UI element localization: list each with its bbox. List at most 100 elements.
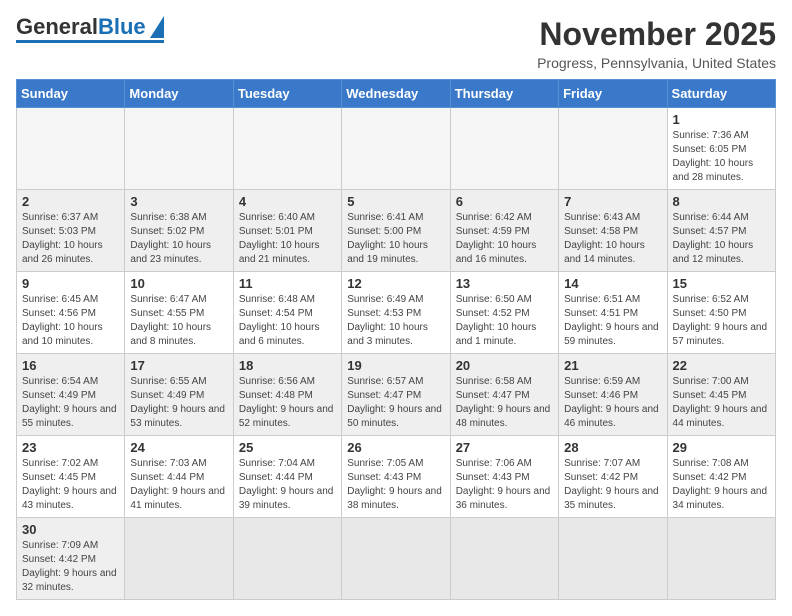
day-info: Sunrise: 7:09 AM Sunset: 4:42 PM Dayligh… bbox=[22, 539, 119, 595]
day-number: 9 bbox=[22, 276, 119, 291]
day-number: 15 bbox=[673, 276, 770, 291]
day-info: Sunrise: 7:00 AM Sunset: 4:45 PM Dayligh… bbox=[673, 375, 770, 431]
calendar-cell: 13 Sunrise: 6:50 AM Sunset: 4:52 PM Dayli… bbox=[450, 272, 558, 354]
calendar-cell bbox=[233, 518, 341, 600]
day-info: Sunrise: 6:49 AM Sunset: 4:53 PM Dayligh… bbox=[347, 293, 444, 349]
day-info: Sunrise: 6:54 AM Sunset: 4:49 PM Dayligh… bbox=[22, 375, 119, 431]
day-number: 20 bbox=[456, 358, 553, 373]
day-number: 3 bbox=[130, 194, 227, 209]
day-number: 24 bbox=[130, 440, 227, 455]
day-info: Sunrise: 6:55 AM Sunset: 4:49 PM Dayligh… bbox=[130, 375, 227, 431]
calendar-cell bbox=[342, 518, 450, 600]
day-info: Sunrise: 6:48 AM Sunset: 4:54 PM Dayligh… bbox=[239, 293, 336, 349]
logo: GeneralBlue bbox=[16, 16, 164, 43]
day-number: 18 bbox=[239, 358, 336, 373]
day-info: Sunrise: 6:59 AM Sunset: 4:46 PM Dayligh… bbox=[564, 375, 661, 431]
day-info: Sunrise: 6:52 AM Sunset: 4:50 PM Dayligh… bbox=[673, 293, 770, 349]
calendar-cell bbox=[559, 518, 667, 600]
calendar-cell bbox=[450, 518, 558, 600]
calendar-cell: 18 Sunrise: 6:56 AM Sunset: 4:48 PM Dayli… bbox=[233, 354, 341, 436]
day-number: 10 bbox=[130, 276, 227, 291]
weekday-header-thursday: Thursday bbox=[450, 80, 558, 108]
calendar-cell: 10 Sunrise: 6:47 AM Sunset: 4:55 PM Dayli… bbox=[125, 272, 233, 354]
calendar-cell: 4 Sunrise: 6:40 AM Sunset: 5:01 PM Daylig… bbox=[233, 190, 341, 272]
calendar-cell: 26Sunrise: 7:05 AM Sunset: 4:43 PM Dayli… bbox=[342, 436, 450, 518]
day-number: 16 bbox=[22, 358, 119, 373]
calendar-cell: 5Sunrise: 6:41 AM Sunset: 5:00 PM Daylig… bbox=[342, 190, 450, 272]
day-number: 29 bbox=[673, 440, 770, 455]
day-number: 6 bbox=[456, 194, 553, 209]
day-info: Sunrise: 6:56 AM Sunset: 4:48 PM Dayligh… bbox=[239, 375, 336, 431]
day-info: Sunrise: 7:36 AM Sunset: 6:05 PM Dayligh… bbox=[673, 129, 770, 185]
calendar-cell: 7Sunrise: 6:43 AM Sunset: 4:58 PM Daylig… bbox=[559, 190, 667, 272]
day-number: 11 bbox=[239, 276, 336, 291]
weekday-header-wednesday: Wednesday bbox=[342, 80, 450, 108]
day-info: Sunrise: 6:57 AM Sunset: 4:47 PM Dayligh… bbox=[347, 375, 444, 431]
calendar-cell: 19 Sunrise: 6:57 AM Sunset: 4:47 PM Dayli… bbox=[342, 354, 450, 436]
day-info: Sunrise: 6:47 AM Sunset: 4:55 PM Dayligh… bbox=[130, 293, 227, 349]
calendar-cell: 22Sunrise: 7:00 AM Sunset: 4:45 PM Dayli… bbox=[667, 354, 775, 436]
day-info: Sunrise: 6:42 AM Sunset: 4:59 PM Dayligh… bbox=[456, 211, 553, 267]
calendar-cell: 16 Sunrise: 6:54 AM Sunset: 4:49 PM Dayli… bbox=[17, 354, 125, 436]
day-info: Sunrise: 6:44 AM Sunset: 4:57 PM Dayligh… bbox=[673, 211, 770, 267]
day-info: Sunrise: 7:08 AM Sunset: 4:42 PM Dayligh… bbox=[673, 457, 770, 513]
calendar-cell: 20 Sunrise: 6:58 AM Sunset: 4:47 PM Dayli… bbox=[450, 354, 558, 436]
calendar-cell bbox=[559, 108, 667, 190]
weekday-header-tuesday: Tuesday bbox=[233, 80, 341, 108]
day-info: Sunrise: 6:38 AM Sunset: 5:02 PM Dayligh… bbox=[130, 211, 227, 267]
day-info: Sunrise: 7:06 AM Sunset: 4:43 PM Dayligh… bbox=[456, 457, 553, 513]
calendar-cell: 29 Sunrise: 7:08 AM Sunset: 4:42 PM Dayli… bbox=[667, 436, 775, 518]
day-number: 19 bbox=[347, 358, 444, 373]
day-info: Sunrise: 7:02 AM Sunset: 4:45 PM Dayligh… bbox=[22, 457, 119, 513]
logo-underline bbox=[16, 40, 164, 43]
day-info: Sunrise: 6:40 AM Sunset: 5:01 PM Dayligh… bbox=[239, 211, 336, 267]
day-info: Sunrise: 7:03 AM Sunset: 4:44 PM Dayligh… bbox=[130, 457, 227, 513]
calendar-cell bbox=[125, 108, 233, 190]
day-number: 12 bbox=[347, 276, 444, 291]
calendar-title: November 2025 bbox=[537, 16, 776, 53]
day-info: Sunrise: 7:04 AM Sunset: 4:44 PM Dayligh… bbox=[239, 457, 336, 513]
weekday-header-monday: Monday bbox=[125, 80, 233, 108]
calendar-cell: 14 Sunrise: 6:51 AM Sunset: 4:51 PM Dayli… bbox=[559, 272, 667, 354]
day-number: 4 bbox=[239, 194, 336, 209]
calendar-cell: 28Sunrise: 7:07 AM Sunset: 4:42 PM Dayli… bbox=[559, 436, 667, 518]
day-number: 25 bbox=[239, 440, 336, 455]
calendar-cell: 17 Sunrise: 6:55 AM Sunset: 4:49 PM Dayli… bbox=[125, 354, 233, 436]
calendar-week-row: 23 Sunrise: 7:02 AM Sunset: 4:45 PM Dayli… bbox=[17, 436, 776, 518]
day-info: Sunrise: 6:51 AM Sunset: 4:51 PM Dayligh… bbox=[564, 293, 661, 349]
calendar-cell: 24 Sunrise: 7:03 AM Sunset: 4:44 PM Dayli… bbox=[125, 436, 233, 518]
weekday-header-row: SundayMondayTuesdayWednesdayThursdayFrid… bbox=[17, 80, 776, 108]
calendar-cell bbox=[342, 108, 450, 190]
day-number: 17 bbox=[130, 358, 227, 373]
header: GeneralBlue November 2025 Progress, Penn… bbox=[16, 16, 776, 71]
calendar-week-row: 16 Sunrise: 6:54 AM Sunset: 4:49 PM Dayli… bbox=[17, 354, 776, 436]
day-number: 23 bbox=[22, 440, 119, 455]
calendar-cell: 3 Sunrise: 6:38 AM Sunset: 5:02 PM Daylig… bbox=[125, 190, 233, 272]
calendar-cell: 8 Sunrise: 6:44 AM Sunset: 4:57 PM Daylig… bbox=[667, 190, 775, 272]
logo-triangle-icon bbox=[150, 16, 164, 38]
calendar-cell: 15 Sunrise: 6:52 AM Sunset: 4:50 PM Dayli… bbox=[667, 272, 775, 354]
calendar-cell: 23 Sunrise: 7:02 AM Sunset: 4:45 PM Dayli… bbox=[17, 436, 125, 518]
day-number: 13 bbox=[456, 276, 553, 291]
day-number: 28 bbox=[564, 440, 661, 455]
calendar-subtitle: Progress, Pennsylvania, United States bbox=[537, 55, 776, 71]
calendar-cell bbox=[667, 518, 775, 600]
day-number: 14 bbox=[564, 276, 661, 291]
day-info: Sunrise: 6:58 AM Sunset: 4:47 PM Dayligh… bbox=[456, 375, 553, 431]
weekday-header-saturday: Saturday bbox=[667, 80, 775, 108]
day-number: 7 bbox=[564, 194, 661, 209]
day-number: 26 bbox=[347, 440, 444, 455]
calendar-cell: 27Sunrise: 7:06 AM Sunset: 4:43 PM Dayli… bbox=[450, 436, 558, 518]
day-number: 2 bbox=[22, 194, 119, 209]
day-number: 8 bbox=[673, 194, 770, 209]
day-info: Sunrise: 6:50 AM Sunset: 4:52 PM Dayligh… bbox=[456, 293, 553, 349]
calendar-cell bbox=[233, 108, 341, 190]
calendar-cell bbox=[17, 108, 125, 190]
calendar-cell: 11 Sunrise: 6:48 AM Sunset: 4:54 PM Dayli… bbox=[233, 272, 341, 354]
weekday-header-sunday: Sunday bbox=[17, 80, 125, 108]
calendar-week-row: 30Sunrise: 7:09 AM Sunset: 4:42 PM Dayli… bbox=[17, 518, 776, 600]
calendar-cell bbox=[125, 518, 233, 600]
weekday-header-friday: Friday bbox=[559, 80, 667, 108]
calendar-cell: 12 Sunrise: 6:49 AM Sunset: 4:53 PM Dayli… bbox=[342, 272, 450, 354]
calendar-cell: 1Sunrise: 7:36 AM Sunset: 6:05 PM Daylig… bbox=[667, 108, 775, 190]
